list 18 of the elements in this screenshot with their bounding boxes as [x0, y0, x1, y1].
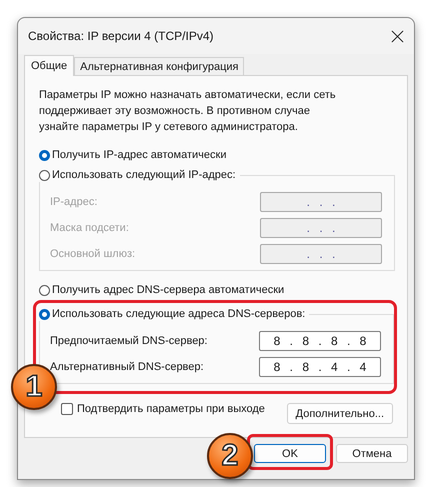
ip-address-field[interactable]: 8 . 8 . 4 . 4 — [259, 357, 381, 377]
field-label: Основной шлюз: — [50, 248, 136, 260]
cancel-button[interactable]: Отмена — [336, 444, 408, 463]
radio-option[interactable]: Использовать следующие адреса DNS-серверов: — [39, 307, 310, 321]
tab[interactable]: Альтернативная конфигурация — [74, 57, 244, 75]
advanced-button[interactable]: Дополнительно... — [286, 403, 393, 424]
ip-address-field[interactable]: 8 . 8 . 8 . 8 — [259, 331, 381, 351]
field-label: IP-адрес: — [50, 196, 98, 208]
close-icon[interactable] — [391, 30, 404, 42]
description-text: Параметры IP можно назначать автоматически, если сеть поддерживает эту возможность. В противном случае узнайте параметры IP у сетевого администратора. — [39, 88, 337, 135]
field-label: Альтернативный DNS-сервер: — [50, 361, 204, 373]
window-title: Свойства: IP версии 4 (TCP/IPv4) — [28, 29, 214, 43]
ok-button[interactable]: OK — [254, 444, 326, 463]
radio-option[interactable]: Использовать следующий IP-адрес: — [39, 168, 240, 182]
tab[interactable]: Общие — [24, 55, 74, 76]
field-label: Предпочитаемый DNS-сервер: — [50, 335, 208, 347]
confirm-checkbox[interactable]: Подтвердить параметры при выходе — [61, 402, 265, 416]
field-label: Маска подсети: — [50, 222, 129, 234]
